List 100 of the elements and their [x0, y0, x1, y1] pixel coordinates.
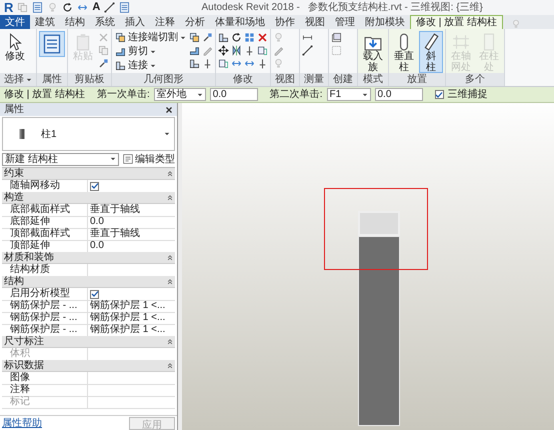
caret-icon [196, 92, 203, 98]
wall-shapes-icon[interactable] [189, 58, 200, 69]
properties-icon[interactable] [119, 2, 130, 13]
context-label: 修改 | 放置 结构柱 [4, 88, 85, 102]
stacked-boxes-icon[interactable] [331, 32, 342, 43]
clipboard-icon [74, 33, 92, 51]
property-label: 图像 [2, 372, 88, 385]
caret-icon [26, 76, 32, 82]
properties-icon[interactable] [32, 2, 44, 13]
ribbon-tab[interactable]: 协作 [270, 15, 300, 29]
brush-icon[interactable] [202, 32, 213, 43]
ribbon-button[interactable]: 垂直柱 [391, 31, 417, 73]
measure-icon[interactable] [104, 2, 116, 13]
pin-icon[interactable] [202, 58, 213, 69]
help-link[interactable]: 属性帮助 [2, 416, 42, 430]
text-tool[interactable]: A [92, 2, 100, 13]
offset-icon[interactable] [218, 58, 229, 69]
caret-icon [150, 62, 156, 68]
close-icon[interactable] [165, 106, 173, 114]
caret-icon [180, 34, 186, 40]
ribbon-tab[interactable]: 建筑 [30, 15, 60, 29]
ribbon-tab[interactable]: 管理 [330, 15, 360, 29]
property-value[interactable] [88, 288, 175, 301]
pin-icon[interactable] [257, 58, 268, 69]
rotate-icon[interactable] [231, 32, 242, 43]
brush-icon[interactable] [98, 58, 109, 69]
ribbon-button[interactable]: 剪切 [114, 45, 187, 58]
property-label: 底部延伸 [2, 216, 88, 229]
collapse-icon[interactable] [167, 362, 173, 368]
ribbon-button[interactable]: 修改 [2, 31, 28, 73]
ribbon-tab[interactable]: 系统 [90, 15, 120, 29]
ribbon-button[interactable]: 斜柱 [419, 31, 443, 73]
checkbox[interactable] [434, 90, 444, 99]
overlap-squares-icon[interactable] [189, 32, 200, 43]
slanted-column-icon [422, 33, 440, 51]
ribbon-tab[interactable]: 附加模块 [360, 15, 410, 29]
level-dropdown[interactable]: 室外地 [154, 88, 206, 101]
properties-button[interactable] [39, 31, 65, 57]
option-label: 第一次单击: [96, 88, 150, 102]
move-icon[interactable] [218, 45, 229, 56]
ribbon-tab[interactable]: 插入 [120, 15, 150, 29]
joined-shapes-icon[interactable] [189, 45, 200, 56]
check-icon [435, 90, 443, 98]
instance-dropdown[interactable]: 新建 结构柱 [2, 152, 119, 166]
type-selector[interactable]: 柱1 [2, 117, 175, 151]
group-header[interactable]: 结构 [4, 276, 24, 288]
pencil-icon[interactable] [273, 45, 284, 56]
offset-field[interactable]: 0.0 [210, 88, 258, 101]
checkbox[interactable] [90, 182, 99, 190]
mirror-icon[interactable] [231, 45, 242, 56]
checkbox-label: 三维捕捉 [448, 88, 488, 102]
rotate-icon[interactable] [62, 2, 74, 13]
panel-title: 属性 [4, 102, 24, 117]
collapse-icon[interactable] [167, 194, 173, 200]
window-title: Autodesk Revit 2018 - [201, 1, 300, 15]
offset-icon[interactable] [257, 45, 268, 56]
wall-shapes-icon [115, 60, 126, 71]
ribbon-tab[interactable]: 修改 | 放置 结构柱 [410, 15, 503, 29]
group-header[interactable]: 构造 [4, 192, 24, 204]
ribbon-tab[interactable]: 视图 [300, 15, 330, 29]
check-icon [90, 182, 98, 190]
edit-type-button[interactable]: 编辑类型 [123, 152, 175, 166]
option-label: 第二次单击: [270, 88, 322, 102]
pin-icon[interactable] [244, 45, 255, 56]
level-dropdown[interactable]: F1 [326, 88, 370, 101]
overlap-squares-icon [115, 32, 126, 43]
delete-icon[interactable] [257, 32, 268, 43]
property-label: 钢筋保护层 - ... [2, 300, 88, 313]
property-label: 底部截面样式 [2, 204, 88, 217]
ribbon-tab[interactable]: 分析 [180, 15, 210, 29]
group-header[interactable]: 约束 [4, 168, 24, 180]
property-value[interactable]: 垂直于轴线 [88, 204, 175, 217]
offset-field[interactable]: 0.0 [374, 88, 422, 101]
collapse-icon[interactable] [167, 254, 173, 260]
caret-icon [362, 92, 368, 98]
property-label: 钢筋保护层 - ... [2, 312, 88, 325]
ribbon-tab[interactable]: 体量和场地 [210, 15, 270, 29]
property-value[interactable]: 0.0 [88, 216, 175, 229]
ribbon-tab[interactable]: 注释 [150, 15, 180, 29]
wall-shapes-icon[interactable] [218, 32, 229, 43]
ribbon-tab[interactable]: 结构 [60, 15, 90, 29]
property-label: 注释 [2, 384, 88, 397]
measure-icon[interactable] [302, 45, 313, 56]
collapse-icon[interactable] [167, 170, 173, 176]
grid-column-icon [452, 33, 470, 51]
caret-icon [110, 156, 116, 162]
caret-icon [164, 131, 170, 137]
property-value[interactable]: 垂直于轴线 [88, 228, 175, 241]
collapse-icon[interactable] [167, 278, 173, 284]
logo: R [4, 1, 14, 14]
ribbon-button[interactable]: 连接端切割 [114, 31, 187, 44]
ribbon-button[interactable]: 载入族 [360, 31, 386, 73]
property-label: 启用分析模型 [2, 288, 88, 301]
collapse-icon[interactable] [167, 338, 173, 344]
property-label: 顶部截面样式 [2, 228, 88, 241]
checkbox[interactable] [90, 290, 99, 298]
ribbon-button[interactable]: 连接 [114, 59, 187, 72]
property-label: 标记 [2, 396, 88, 409]
edit-type-icon [123, 154, 133, 164]
ribbon-tab[interactable]: 文件 [0, 15, 30, 29]
